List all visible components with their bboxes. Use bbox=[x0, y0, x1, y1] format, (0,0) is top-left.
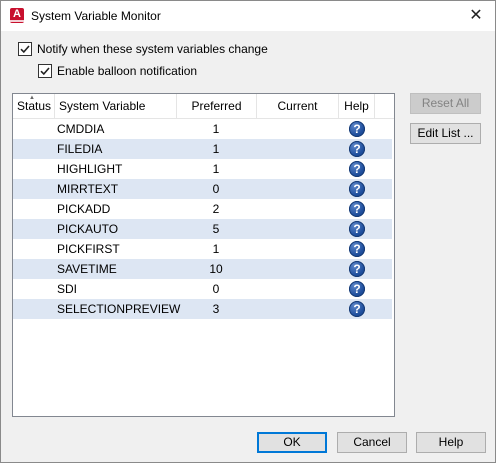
current-value bbox=[257, 219, 339, 239]
help-question-icon[interactable]: ? bbox=[349, 261, 365, 277]
current-value bbox=[257, 259, 339, 279]
help-cell[interactable]: ? bbox=[349, 121, 365, 137]
edit-list-button[interactable]: Edit List ... bbox=[410, 123, 481, 144]
column-header-help[interactable]: Help bbox=[339, 94, 375, 118]
table-row[interactable]: FILEDIA 1? bbox=[13, 139, 392, 159]
current-value bbox=[257, 279, 339, 299]
current-value bbox=[257, 159, 339, 179]
help-question-icon[interactable]: ? bbox=[349, 121, 365, 137]
notify-checkbox-row[interactable]: Notify when these system variables chang… bbox=[18, 42, 268, 56]
help-question-icon[interactable]: ? bbox=[349, 161, 365, 177]
notify-checkbox[interactable] bbox=[18, 42, 32, 56]
system-variable-table[interactable]: ▲ Status System Variable Preferred Curre… bbox=[12, 93, 395, 417]
table-row[interactable]: SAVETIME 10? bbox=[13, 259, 392, 279]
title-bar: A System Variable Monitor ✕ bbox=[1, 1, 495, 31]
help-cell[interactable]: ? bbox=[349, 161, 365, 177]
help-cell[interactable]: ? bbox=[349, 181, 365, 197]
window-title: System Variable Monitor bbox=[31, 9, 161, 23]
help-button[interactable]: Help bbox=[416, 432, 486, 453]
sort-ascending-icon: ▲ bbox=[29, 95, 35, 101]
preferred-value[interactable]: 1 bbox=[177, 159, 255, 179]
help-question-icon[interactable]: ? bbox=[349, 221, 365, 237]
help-question-icon[interactable]: ? bbox=[349, 281, 365, 297]
help-cell[interactable]: ? bbox=[349, 201, 365, 217]
current-value bbox=[257, 179, 339, 199]
table-row[interactable]: PICKFIRST 1? bbox=[13, 239, 392, 259]
notify-label: Notify when these system variables chang… bbox=[37, 42, 268, 56]
current-value bbox=[257, 199, 339, 219]
help-question-icon[interactable]: ? bbox=[349, 181, 365, 197]
reset-all-button[interactable]: Reset All bbox=[410, 93, 481, 114]
help-cell[interactable]: ? bbox=[349, 281, 365, 297]
current-value bbox=[257, 299, 339, 319]
preferred-value[interactable]: 3 bbox=[177, 299, 255, 319]
variable-name: SELECTIONPREVIEW bbox=[57, 302, 181, 316]
preferred-value[interactable]: 0 bbox=[177, 279, 255, 299]
preferred-value[interactable]: 2 bbox=[177, 199, 255, 219]
column-header-variable[interactable]: System Variable bbox=[55, 94, 177, 118]
column-header-current[interactable]: Current bbox=[257, 94, 339, 118]
help-cell[interactable]: ? bbox=[349, 301, 365, 317]
checkmark-icon bbox=[40, 67, 50, 76]
balloon-label: Enable balloon notification bbox=[57, 64, 198, 78]
balloon-checkbox-row[interactable]: Enable balloon notification bbox=[38, 64, 197, 78]
dialog-window: A System Variable Monitor ✕ Notify when … bbox=[0, 0, 496, 463]
current-value bbox=[257, 119, 339, 139]
table-row[interactable]: PICKAUTO 5? bbox=[13, 219, 392, 239]
preferred-value[interactable]: 1 bbox=[177, 119, 255, 139]
variable-name: PICKFIRST bbox=[57, 242, 120, 256]
help-cell[interactable]: ? bbox=[349, 261, 365, 277]
app-icon-letter: A bbox=[13, 8, 21, 20]
variable-name: CMDDIA bbox=[57, 122, 105, 136]
checkmark-icon bbox=[20, 45, 30, 54]
ok-button[interactable]: OK bbox=[257, 432, 327, 453]
table-row[interactable]: SDI 0? bbox=[13, 279, 392, 299]
balloon-checkbox[interactable] bbox=[38, 64, 52, 78]
help-cell[interactable]: ? bbox=[349, 141, 365, 157]
help-cell[interactable]: ? bbox=[349, 241, 365, 257]
table-row[interactable]: MIRRTEXT 0? bbox=[13, 179, 392, 199]
variable-name: FILEDIA bbox=[57, 142, 103, 156]
table-row[interactable]: CMDDIA 1? bbox=[13, 119, 392, 139]
column-header-preferred[interactable]: Preferred bbox=[177, 94, 257, 118]
cancel-button[interactable]: Cancel bbox=[337, 432, 407, 453]
table-row[interactable]: PICKADD 2? bbox=[13, 199, 392, 219]
variable-name: PICKADD bbox=[57, 202, 111, 216]
current-value bbox=[257, 139, 339, 159]
help-question-icon[interactable]: ? bbox=[349, 241, 365, 257]
help-cell[interactable]: ? bbox=[349, 221, 365, 237]
close-button[interactable]: ✕ bbox=[463, 5, 489, 27]
preferred-value[interactable]: 5 bbox=[177, 219, 255, 239]
variable-name: MIRRTEXT bbox=[57, 182, 119, 196]
close-icon: ✕ bbox=[469, 7, 483, 24]
table-header: ▲ Status System Variable Preferred Curre… bbox=[13, 94, 394, 119]
preferred-value[interactable]: 10 bbox=[177, 259, 255, 279]
help-question-icon[interactable]: ? bbox=[349, 201, 365, 217]
preferred-value[interactable]: 1 bbox=[177, 239, 255, 259]
current-value bbox=[257, 239, 339, 259]
table-row[interactable]: HIGHLIGHT 1? bbox=[13, 159, 392, 179]
preferred-value[interactable]: 1 bbox=[177, 139, 255, 159]
variable-name: HIGHLIGHT bbox=[57, 162, 123, 176]
help-question-icon[interactable]: ? bbox=[349, 301, 365, 317]
table-row[interactable]: SELECTIONPREVIEW 3? bbox=[13, 299, 392, 319]
preferred-value[interactable]: 0 bbox=[177, 179, 255, 199]
variable-name: SAVETIME bbox=[57, 262, 117, 276]
autocad-app-icon: A bbox=[10, 8, 24, 23]
variable-name: SDI bbox=[57, 282, 78, 296]
variable-name: PICKAUTO bbox=[57, 222, 119, 236]
help-question-icon[interactable]: ? bbox=[349, 141, 365, 157]
column-header-status[interactable]: ▲ Status bbox=[13, 94, 55, 118]
